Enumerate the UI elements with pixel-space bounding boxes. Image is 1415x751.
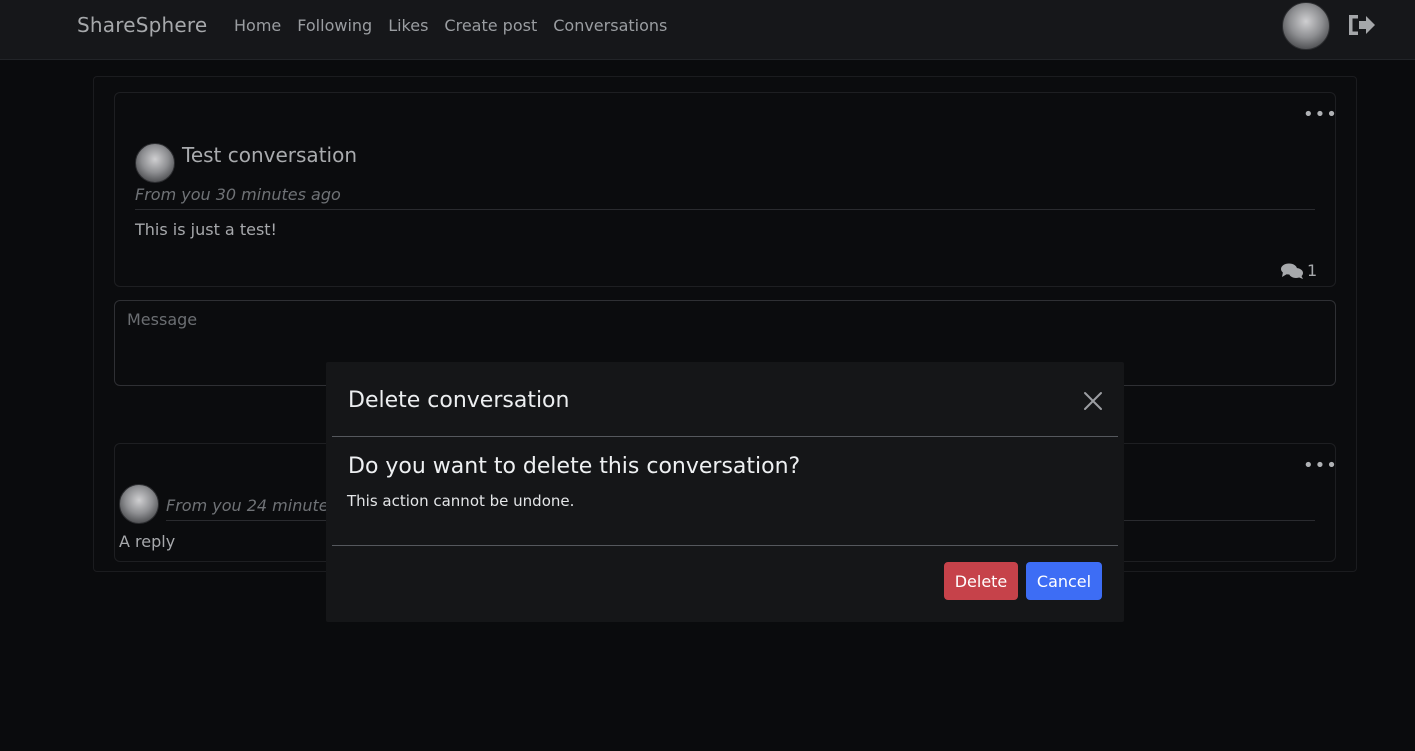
nav-conversations[interactable]: Conversations — [553, 16, 667, 35]
comment-count-value: 1 — [1307, 261, 1318, 280]
nav-likes[interactable]: Likes — [388, 16, 428, 35]
reply-body: A reply — [119, 532, 176, 551]
nav-create-post[interactable]: Create post — [444, 16, 537, 35]
logout-icon[interactable] — [1346, 12, 1376, 38]
post-author-avatar — [135, 143, 175, 183]
brand-logo[interactable]: ShareSphere — [77, 13, 207, 37]
navbar: ShareSphere Home Following Likes Create … — [0, 0, 1415, 60]
nav-links: Home Following Likes Create post Convers… — [234, 16, 667, 35]
modal-question: Do you want to delete this conversation? — [348, 454, 801, 479]
modal-header-divider — [332, 436, 1118, 437]
post-meta: From you 30 minutes ago — [135, 185, 341, 204]
delete-conversation-modal: Delete conversation Do you want to delet… — [326, 362, 1124, 622]
post-title: Test conversation — [182, 143, 357, 167]
modal-footer-divider — [332, 545, 1118, 546]
reply-author-avatar — [119, 484, 159, 524]
ellipsis-icon[interactable]: ••• — [1303, 106, 1338, 124]
nav-following[interactable]: Following — [297, 16, 372, 35]
post-body: This is just a test! — [135, 220, 277, 239]
delete-button[interactable]: Delete — [944, 562, 1018, 600]
reply-ellipsis-icon[interactable]: ••• — [1303, 457, 1338, 475]
modal-title: Delete conversation — [348, 388, 570, 413]
nav-home[interactable]: Home — [234, 16, 281, 35]
post-divider — [135, 209, 1315, 210]
close-icon[interactable] — [1082, 390, 1104, 412]
modal-note: This action cannot be undone. — [347, 492, 575, 510]
comments-icon — [1281, 263, 1303, 279]
comment-count[interactable]: 1 — [1281, 261, 1317, 280]
user-avatar[interactable] — [1282, 2, 1330, 50]
cancel-button[interactable]: Cancel — [1026, 562, 1102, 600]
reply-meta: From you 24 minute — [166, 496, 329, 515]
